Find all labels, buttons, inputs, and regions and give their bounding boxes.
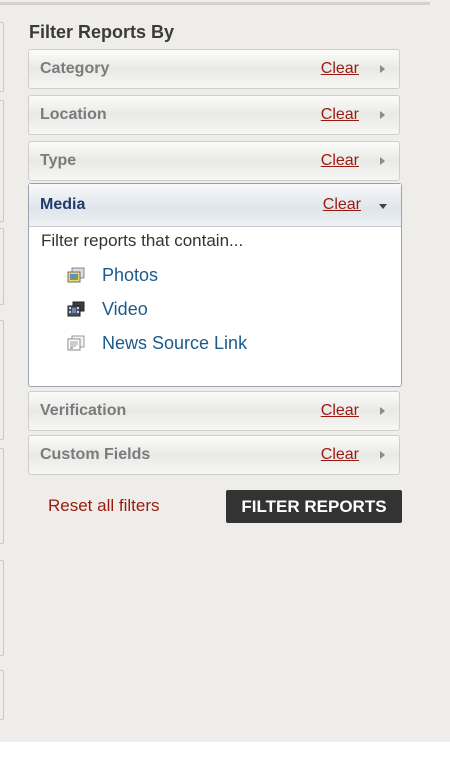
photos-icon [67,267,85,283]
news-link-icon [67,335,85,351]
clear-link[interactable]: Clear [321,402,359,420]
clear-link[interactable]: Clear [321,60,359,78]
filter-custom-fields[interactable]: Custom Fields Clear [28,435,400,475]
left-edge-bracket [0,100,4,222]
left-edge-bracket [0,560,4,656]
video-icon [67,301,85,317]
filter-panel: Filter Reports By Category Clear Locatio… [0,0,450,742]
filter-label: Type [40,152,77,169]
filter-verification[interactable]: Verification Clear [28,391,400,431]
clear-link[interactable]: Clear [321,106,359,124]
reset-all-filters-link[interactable]: Reset all filters [48,496,159,516]
chevron-right-icon [380,157,385,165]
left-edge-bracket [0,22,4,92]
option-label: Photos [102,265,159,285]
filter-type[interactable]: Type Clear [28,141,400,181]
media-intro-text: Filter reports that contain... [41,231,244,250]
filter-reports-button[interactable]: FILTER REPORTS [226,490,402,523]
filter-media-expanded: Media Clear Filter reports that contain.… [28,183,402,387]
option-label: News Source Link [102,333,248,353]
chevron-right-icon [380,65,385,73]
chevron-right-icon [380,111,385,119]
left-edge-bracket [0,320,4,440]
left-edge-bracket [0,670,4,720]
left-edge-bracket [0,228,4,305]
chevron-right-icon [380,407,385,415]
clear-link[interactable]: Clear [321,446,359,464]
chevron-right-icon [380,451,385,459]
option-label: Video [102,299,148,319]
filter-label: Location [40,106,107,123]
filter-location[interactable]: Location Clear [28,95,400,135]
filter-label: Category [40,60,110,77]
filter-category[interactable]: Category Clear [28,49,400,89]
panel-title: Filter Reports By [29,22,175,42]
filter-label: Custom Fields [40,446,151,463]
filter-label: Verification [40,402,127,419]
clear-link[interactable]: Clear [323,196,361,214]
filter-media[interactable]: Media Clear [29,184,401,227]
filter-label: Media [40,196,86,213]
left-edge-bracket [0,448,4,544]
clear-link[interactable]: Clear [321,152,359,170]
top-divider [0,2,430,5]
chevron-down-icon [379,204,387,209]
